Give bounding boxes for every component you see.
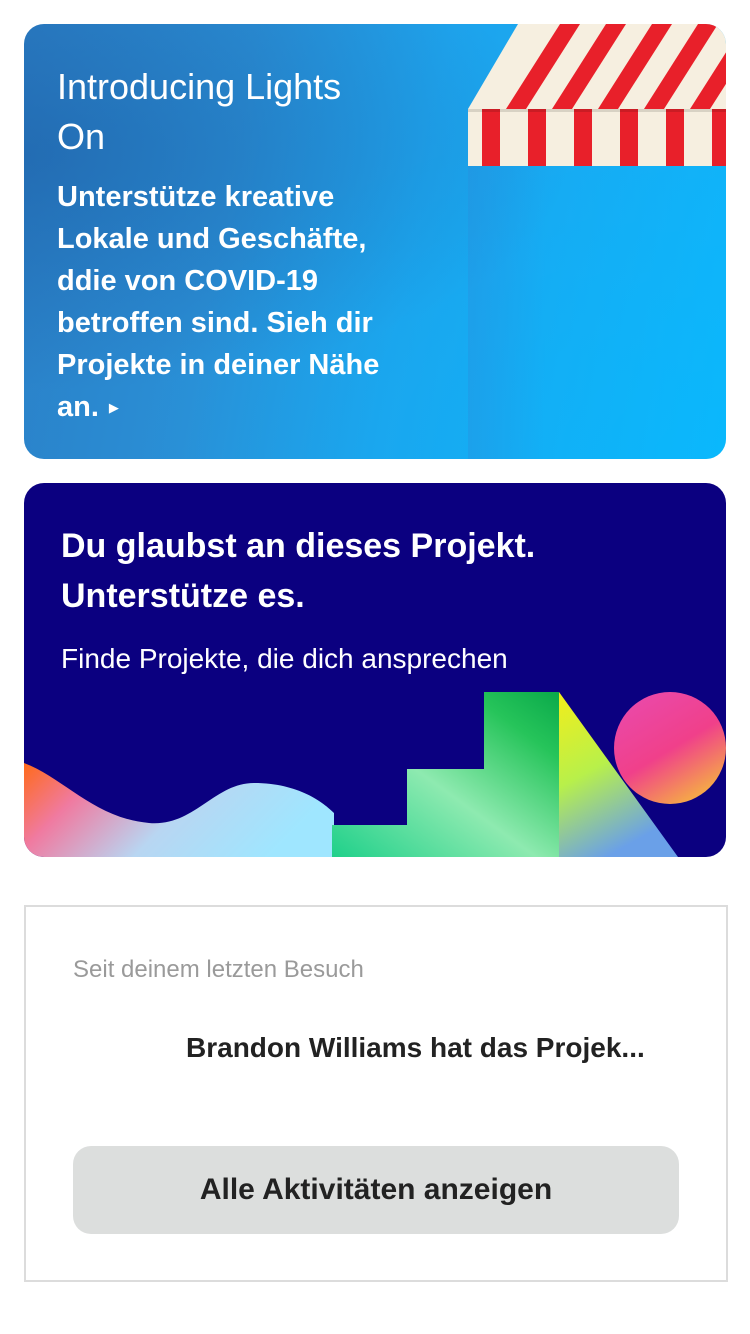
activity-heading: Seit deinem letzten Besuch bbox=[73, 956, 364, 983]
lights-on-title: Introducing Lights On bbox=[57, 66, 342, 157]
support-project-title: Du glaubst an dieses Projekt. Unterstütz… bbox=[61, 527, 536, 615]
find-projects-link[interactable]: Finde Projekte, die dich ansprechen bbox=[61, 639, 701, 679]
lights-on-promo-card[interactable]: Introducing Lights On Unterstütze kreati… bbox=[24, 24, 726, 459]
lights-on-description: Unterstütze kreative Lokale und Geschäft… bbox=[57, 176, 402, 429]
show-all-activity-button[interactable]: Alle Aktivitäten anzeigen bbox=[73, 1146, 679, 1234]
lights-on-description-text: Unterstütze kreative Lokale und Geschäft… bbox=[57, 181, 380, 423]
page: Introducing Lights On Unterstütze kreati… bbox=[0, 0, 750, 1334]
activity-item[interactable]: Brandon Williams hat das Projek... bbox=[186, 1031, 676, 1065]
play-triangle-icon: ▶ bbox=[108, 400, 119, 415]
support-project-promo-card[interactable]: Du glaubst an dieses Projekt. Unterstütz… bbox=[24, 483, 726, 857]
storefront-wall bbox=[468, 164, 726, 459]
activity-card: Seit deinem letzten Besuch Brandon Willi… bbox=[24, 905, 728, 1282]
abstract-shapes-illustration bbox=[24, 692, 726, 857]
awning-illustration bbox=[468, 24, 726, 166]
